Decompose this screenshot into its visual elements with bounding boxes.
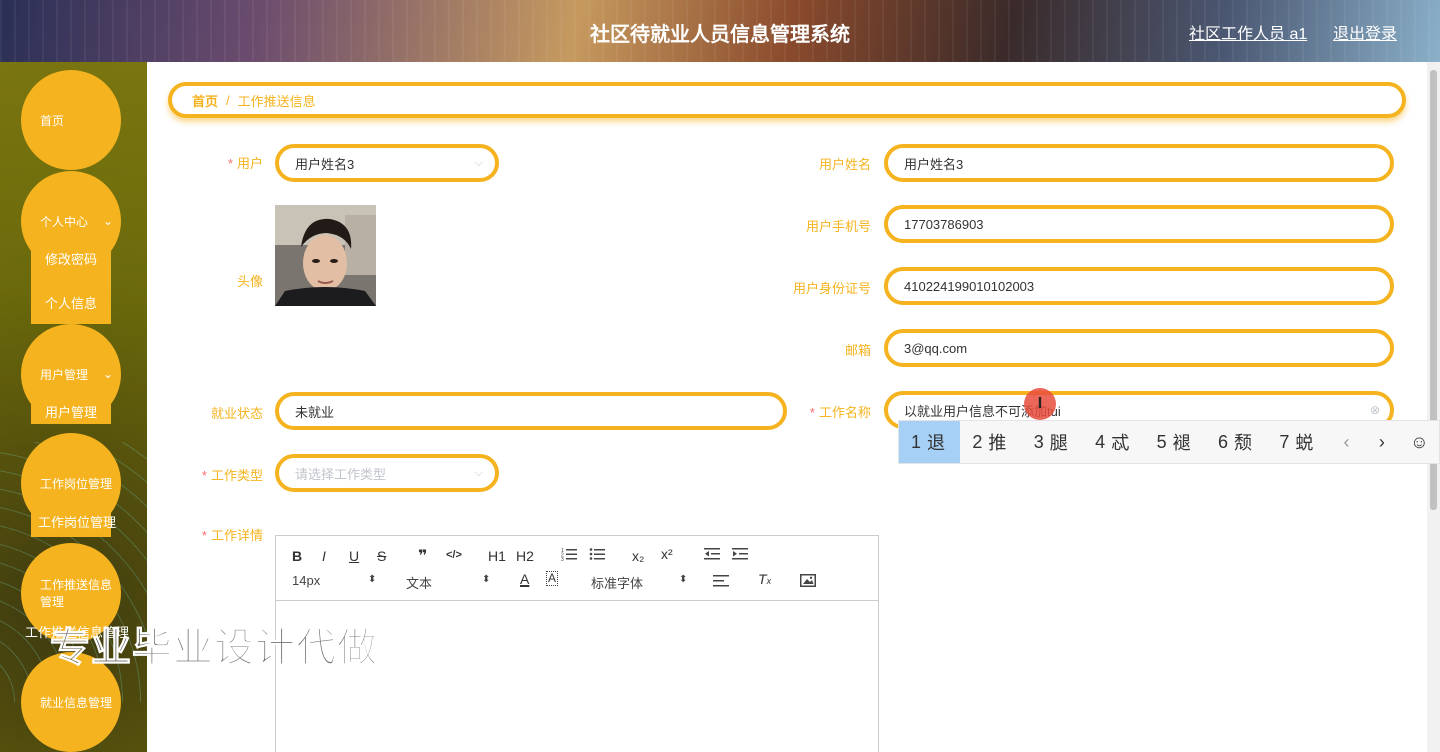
breadcrumb-separator: / <box>226 92 230 108</box>
sidebar-subitem-user-management[interactable]: 用户管理 <box>31 402 111 421</box>
editor-toolbar: B I U S ❞ </> H1 H2 123 x₂ x² 14px ⬍ 文本 … <box>276 536 878 601</box>
ime-candidate[interactable]: 1退 <box>899 421 961 463</box>
job-details-label: * 工作详情 <box>201 528 263 543</box>
text-color-icon[interactable]: A <box>520 571 529 587</box>
user-name-label: 用户姓名 <box>818 157 871 172</box>
sidebar-item-label: 用户管理 <box>40 367 89 382</box>
chevron-down-icon: ⌄ <box>102 367 113 381</box>
ime-candidate[interactable]: 2推 <box>960 421 1021 463</box>
ime-candidate[interactable]: 7蜕 <box>1267 421 1328 463</box>
chevron-down-icon: ⌵ <box>474 156 483 169</box>
ordered-list-icon[interactable]: 123 <box>561 547 577 564</box>
header-2-button[interactable]: H2 <box>516 548 534 564</box>
chevron-down-icon: ⌵ <box>474 466 483 479</box>
up-down-icon: ⬍ <box>368 574 377 585</box>
job-name-label: * 工作名称 <box>809 405 871 420</box>
chevron-down-icon: ⌄ <box>102 214 113 228</box>
italic-button[interactable]: I <box>322 548 326 564</box>
sidebar-item-label: 个人中心 <box>40 214 89 229</box>
ime-candidate-bar: 1退 2推 3腿 4忒 5褪 6颓 7蜕 ‹ › ☺ <box>898 420 1440 464</box>
job-type-placeholder: 请选择工作类型 <box>295 466 387 482</box>
page-scrollbar[interactable] <box>1427 62 1440 752</box>
underline-button[interactable]: U <box>349 548 359 564</box>
employment-status-label: 就业状态 <box>210 406 263 421</box>
font-size-select[interactable]: 14px ⬍ <box>292 573 376 588</box>
up-down-icon: ⬍ <box>482 574 491 585</box>
sidebar-subitem-job-position-management[interactable]: 工作岗位管理 <box>22 512 132 531</box>
breadcrumb: 首页 / 工作推送信息 <box>168 82 1406 118</box>
subscript-button[interactable]: x₂ <box>632 548 644 564</box>
ime-candidate[interactable]: 3腿 <box>1022 421 1083 463</box>
code-block-button[interactable]: </> <box>446 549 462 561</box>
align-icon[interactable] <box>713 574 729 591</box>
ime-candidate[interactable]: 4忒 <box>1083 421 1144 463</box>
text-cursor-icon: I <box>1024 388 1056 420</box>
job-type-label: * 工作类型 <box>201 468 263 483</box>
header-select-value: 文本 <box>406 576 433 591</box>
logout-link[interactable]: 退出登录 <box>1333 20 1397 44</box>
user-name-field[interactable]: 用户姓名3 <box>884 144 1394 182</box>
user-label: * 用户 <box>227 156 263 171</box>
image-icon[interactable] <box>800 574 816 590</box>
user-phone-label: 用户手机号 <box>805 219 871 234</box>
email-field[interactable]: 3@qq.com <box>884 329 1394 367</box>
ime-candidate[interactable]: 6颓 <box>1206 421 1267 463</box>
user-select-value: 用户姓名3 <box>295 156 355 172</box>
clear-icon[interactable]: ⊗ <box>1370 403 1380 417</box>
font-size-value: 14px <box>292 573 321 588</box>
watermark: 专业毕业设计代做 <box>50 626 378 671</box>
blockquote-button[interactable]: ❞ <box>418 546 427 566</box>
job-type-select[interactable]: 请选择工作类型 ⌵ <box>275 454 499 492</box>
breadcrumb-home[interactable]: 首页 <box>192 91 218 110</box>
ime-candidate[interactable]: 5褪 <box>1145 421 1206 463</box>
avatar-label: 头像 <box>236 274 263 289</box>
bold-button[interactable]: B <box>292 548 302 564</box>
email-label: 邮箱 <box>844 343 871 358</box>
app-header: 社区待就业人员信息管理系统 社区工作人员 a1 退出登录 <box>0 0 1440 62</box>
background-color-icon[interactable]: A <box>546 571 559 586</box>
header-select[interactable]: 文本 ⬍ <box>406 573 490 592</box>
sidebar-subitem-personal-info[interactable]: 个人信息 <box>31 293 111 312</box>
ime-prev-page-icon[interactable]: ‹ <box>1329 432 1364 453</box>
employment-status-field[interactable]: 未就业 <box>275 392 787 430</box>
sidebar-item-label: 工作推送信息管理 <box>40 578 113 609</box>
font-family-select[interactable]: 标准字体 ⬍ <box>591 573 687 592</box>
header-1-button[interactable]: H1 <box>488 548 506 564</box>
outdent-icon[interactable] <box>704 547 720 564</box>
sidebar-subitem-change-password[interactable]: 修改密码 <box>31 249 111 268</box>
svg-text:3: 3 <box>561 557 564 561</box>
up-down-icon: ⬍ <box>679 574 688 585</box>
sidebar-item-home[interactable]: 首页 <box>21 70 121 170</box>
user-select[interactable]: 用户姓名3 ⌵ <box>275 144 499 182</box>
ime-next-page-icon[interactable]: › <box>1364 432 1399 453</box>
bullet-list-icon[interactable] <box>589 547 605 564</box>
sidebar-item-label: 就业信息管理 <box>40 695 113 710</box>
current-user-label: 社区工作人员 a1 <box>1189 26 1308 43</box>
font-family-value: 标准字体 <box>591 576 644 591</box>
user-id-number-field[interactable]: 410224199010102003 <box>884 267 1394 305</box>
sidebar-item-label: 首页 <box>40 113 65 128</box>
strike-button[interactable]: S <box>377 548 386 564</box>
breadcrumb-current: 工作推送信息 <box>237 93 316 109</box>
indent-icon[interactable] <box>732 547 748 564</box>
ime-emoji-icon[interactable]: ☺ <box>1400 432 1439 453</box>
user-phone-field[interactable]: 17703786903 <box>884 205 1394 243</box>
user-id-number-label: 用户身份证号 <box>792 281 871 296</box>
clear-format-icon[interactable]: Tx <box>758 571 771 587</box>
sidebar-item-label: 工作岗位管理 <box>40 476 113 491</box>
superscript-button[interactable]: x² <box>661 546 673 562</box>
avatar[interactable] <box>275 205 376 306</box>
